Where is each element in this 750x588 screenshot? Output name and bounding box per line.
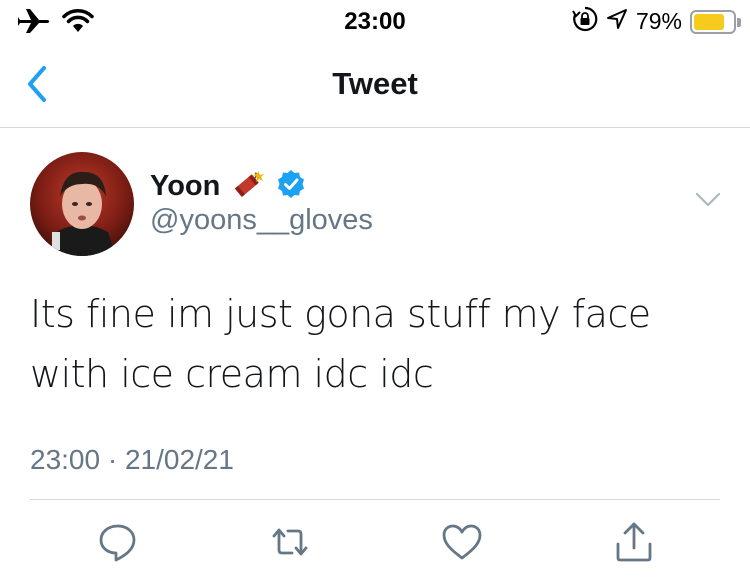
status-right: 79% bbox=[572, 6, 741, 37]
status-bar: 23:00 79% bbox=[0, 0, 750, 44]
tweet-text: Its fine im just gona stuff my face with… bbox=[30, 292, 651, 396]
chevron-down-icon bbox=[695, 192, 721, 207]
author-display-name[interactable]: Yoon bbox=[150, 170, 220, 203]
retweet-button[interactable] bbox=[268, 520, 312, 564]
like-button[interactable] bbox=[440, 520, 484, 564]
share-button[interactable] bbox=[612, 520, 656, 564]
page-title: Tweet bbox=[332, 66, 418, 101]
tweet-timestamp[interactable]: 23:00 · 21/02/21 bbox=[30, 444, 234, 476]
reply-button[interactable] bbox=[96, 520, 140, 564]
nav-bar: Tweet bbox=[0, 44, 750, 128]
avatar[interactable] bbox=[30, 152, 134, 256]
orientation-lock-icon bbox=[572, 6, 598, 37]
reply-icon bbox=[99, 524, 136, 562]
author-row[interactable]: Yoon bbox=[150, 166, 306, 207]
location-icon bbox=[606, 8, 628, 35]
heart-icon bbox=[442, 524, 482, 560]
battery-level-fill bbox=[694, 13, 725, 30]
divider bbox=[30, 499, 720, 500]
retweet-icon bbox=[272, 528, 308, 556]
share-icon bbox=[616, 522, 652, 562]
more-options-button[interactable] bbox=[694, 190, 722, 210]
battery-icon bbox=[690, 9, 741, 34]
firecracker-icon bbox=[230, 166, 266, 207]
avatar-image bbox=[30, 152, 134, 256]
verified-badge-icon bbox=[276, 169, 306, 204]
battery-percent: 79% bbox=[635, 8, 682, 34]
author-handle[interactable]: @yoons__gloves bbox=[150, 204, 373, 237]
